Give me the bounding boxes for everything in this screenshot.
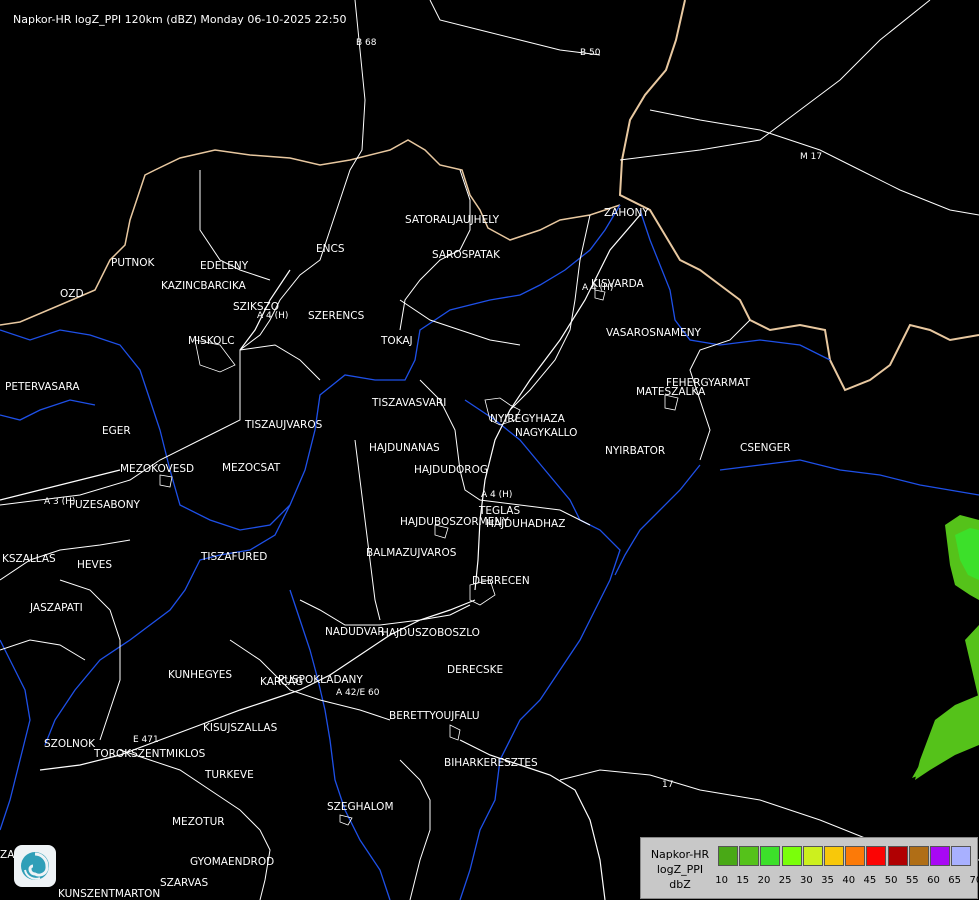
city-label: KSZALLAS: [2, 553, 56, 565]
legend-tick-label: 10: [715, 875, 728, 886]
city-label: TISZAVASVARI: [372, 397, 447, 409]
road-label: A 4 (H): [582, 283, 614, 293]
app-logo: [14, 845, 56, 887]
legend-title-line2: logZ_PPI: [656, 863, 704, 876]
road-label: B 68: [356, 38, 377, 48]
legend-swatch: [802, 846, 823, 866]
city-label: KUNHEGYES: [168, 669, 232, 681]
city-label: HAJDUDOROG: [414, 464, 488, 476]
city-label: TOKAJ: [381, 335, 413, 347]
city-label: OZD: [60, 288, 84, 300]
city-label: HAJDUHADHAZ: [486, 518, 566, 530]
legend-tick-label: 35: [821, 875, 834, 886]
city-label: JASZAPATI: [30, 602, 83, 614]
legend-swatch: [718, 846, 738, 866]
city-label: NADUDVAR: [325, 626, 385, 638]
city-label: ZA: [0, 849, 15, 861]
city-label: TISZAUJVAROS: [245, 419, 323, 431]
legend-title: Napkor-HR logZ_PPI dbZ: [647, 847, 713, 892]
city-label: HEVES: [77, 559, 113, 571]
legend-swatch: [823, 846, 844, 866]
city-label: DERECSKE: [447, 664, 504, 676]
road-label: A 42/E 60: [336, 688, 380, 698]
city-label: MATESZALKA: [636, 386, 706, 398]
legend-title-line3: dbZ: [669, 878, 691, 891]
city-label: NYIREGYHAZA: [490, 413, 565, 425]
road-label: M 17: [800, 152, 823, 162]
legend-tick-label: 60: [927, 875, 940, 886]
city-label: SZOLNOK: [44, 738, 95, 750]
city-label: NYIRBATOR: [605, 445, 666, 457]
city-label: GYOMAENDROD: [190, 856, 275, 868]
legend-tick-label: 40: [842, 875, 856, 886]
legend-tick-label: 65: [948, 875, 962, 886]
city-label: TISZAFURED: [201, 551, 268, 563]
map-title: Napkor-HR logZ_PPI 120km (dBZ) Monday 06…: [13, 13, 347, 26]
road-label: A 4 (H): [257, 311, 289, 321]
legend-swatches: [718, 846, 972, 866]
legend-swatch: [739, 846, 760, 866]
road-label: A 3 (H): [44, 497, 76, 507]
city-label: NAGYKALLO: [515, 427, 578, 439]
city-label: TURKEVE: [205, 769, 254, 781]
rivers: [0, 204, 979, 900]
road-label: E 471: [133, 735, 159, 745]
dbz-legend: Napkor-HR logZ_PPI dbZ 10 15 20 25 30 35 40 45 5…: [640, 837, 979, 899]
legend-tick-label: 20: [757, 875, 771, 886]
swirl-logo-icon: [21, 852, 49, 880]
road-label: 17: [662, 780, 674, 790]
city-label: SZERENCS: [308, 310, 365, 322]
city-label: PUSPOKLADANY: [278, 674, 363, 686]
legend-swatch: [866, 846, 887, 866]
north-border: [0, 139, 621, 326]
city-label: SATORALJAUJHELY: [405, 214, 500, 226]
legend-swatch: [760, 846, 781, 866]
city-label: MEZOKOVESD: [120, 463, 195, 475]
city-label: EGER: [102, 425, 131, 437]
city-label: MEZOTUR: [172, 816, 225, 828]
city-label: ZAHONY: [604, 207, 649, 219]
city-label: FUZESABONY: [69, 499, 140, 511]
city-label: TOROKSZENTMIKLOS: [94, 748, 206, 760]
legend-tick-label: 50: [884, 875, 898, 886]
road-label: A 4 (H): [481, 490, 513, 500]
city-label: MISKOLC: [188, 335, 235, 347]
city-label: KISUJSZALLAS: [203, 722, 278, 734]
city-label: KUNSZENTMARTON: [58, 888, 161, 900]
legend-tick-label: 30: [799, 875, 813, 886]
city-label: SZEGHALOM: [327, 801, 394, 813]
city-label: CSENGER: [740, 442, 791, 454]
legend-tick-label: 15: [736, 875, 750, 886]
legend-swatch: [845, 846, 866, 866]
road-label: B 50: [580, 48, 601, 58]
city-label: SZARVAS: [160, 877, 209, 889]
legend-tick-label: 25: [778, 875, 792, 886]
legend-swatch: [951, 846, 972, 866]
city-label: HAJDUNANAS: [369, 442, 440, 454]
legend-title-line1: Napkor-HR: [650, 848, 710, 861]
city-label: KAZINCBARCIKA: [161, 280, 246, 292]
city-label: PETERVASARA: [5, 381, 80, 393]
legend-tick-label: 70: [969, 875, 979, 886]
legend-swatch: [929, 846, 950, 866]
city-label: MEZOCSAT: [222, 462, 281, 474]
city-label: ENCS: [316, 243, 345, 255]
legend-swatch: [781, 846, 802, 866]
legend-swatch: [908, 846, 929, 866]
city-label: BERETTYOUJFALU: [389, 710, 480, 722]
radar-echo: [912, 515, 979, 780]
city-label: BALMAZUJVAROS: [366, 547, 457, 559]
city-label: DEBRECEN: [472, 575, 530, 587]
city-label: HAJDUSZOBOSZLO: [381, 627, 480, 639]
legend-tick-label: 45: [863, 875, 877, 886]
city-label: SAROSPATAK: [432, 249, 500, 261]
city-label: BIHARKERESZTES: [444, 757, 538, 769]
city-label: EDELENY: [200, 260, 249, 272]
legend-tick-label: 55: [905, 875, 919, 886]
city-label: VASAROSNAMENY: [606, 327, 701, 339]
legend-ticks: 10 15 20 25 30 35 40 45 50 55 60 65 70: [711, 875, 979, 886]
legend-swatch: [887, 846, 908, 866]
city-label: PUTNOK: [111, 257, 155, 269]
